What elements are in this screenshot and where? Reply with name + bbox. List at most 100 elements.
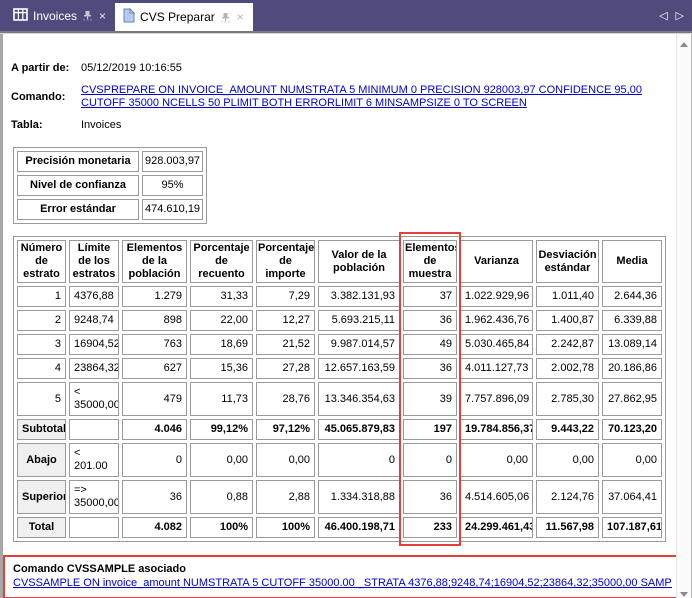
table-cell: 12,27 — [256, 310, 315, 331]
table-cell: 5.030.465,84 — [460, 334, 533, 355]
column-header: Media — [602, 240, 662, 283]
table-cell: 9.443,22 — [536, 419, 599, 440]
table-cell: Subtotal — [17, 419, 66, 440]
table-cell: => 35000,00 — [69, 480, 119, 514]
stats-row: Precisión monetaria928.003,97 — [17, 151, 203, 172]
table-cell: 45.065.879,83 — [318, 419, 400, 440]
table-cell: 1.011,40 — [536, 286, 599, 307]
stat-label: Error estándar — [17, 199, 139, 220]
table-cell: 4 — [17, 358, 66, 379]
column-header: Elementos de la población — [122, 240, 187, 283]
strata-table: Número de estratoLímite de los estratosE… — [13, 236, 666, 542]
table-cell: 3.382.131,93 — [318, 286, 400, 307]
table-row: 29248,7489822,0012,275.693.215,11361.962… — [17, 310, 662, 331]
tabla-label: Tabla: — [11, 119, 71, 132]
table-cell: 1.022.929,96 — [460, 286, 533, 307]
table-cell: 13.346.354,63 — [318, 382, 400, 416]
table-cell: 46.400.198,71 — [318, 517, 400, 538]
table-cell: 1.279 — [122, 286, 187, 307]
cvsprepare-command-link[interactable]: CVSPREPARE ON INVOICE_AMOUNT NUMSTRATA 5… — [81, 84, 666, 110]
column-header: Elementos de muestra — [403, 240, 457, 283]
tabla-value: Invoices — [81, 119, 666, 132]
column-header: Varianza — [460, 240, 533, 283]
table-cell: 627 — [122, 358, 187, 379]
table-cell: Total — [17, 517, 66, 538]
stat-label: Nivel de confianza — [17, 175, 139, 196]
cvssample-title: Comando CVSSAMPLE asociado — [13, 562, 672, 576]
stats-row: Error estándar474.610,19 — [17, 199, 203, 220]
table-row: 5< 35000,0047911,7328,7613.346.354,63397… — [17, 382, 662, 416]
table-cell: 100% — [256, 517, 315, 538]
tab-scroll-right-icon[interactable]: ▷ — [676, 9, 684, 22]
table-cell: 0,00 — [190, 443, 253, 477]
table-cell: 36 — [403, 358, 457, 379]
table-cell: 24.299.461,43 — [460, 517, 533, 538]
column-header: Porcentaje de importe — [256, 240, 315, 283]
close-icon[interactable]: × — [236, 12, 245, 22]
table-cell: 22,00 — [190, 310, 253, 331]
scroll-up-icon[interactable] — [680, 42, 688, 47]
table-cell: 0,00 — [536, 443, 599, 477]
table-cell: 18,69 — [190, 334, 253, 355]
vertical-scrollbar[interactable] — [676, 34, 691, 598]
table-cell: 99,12% — [190, 419, 253, 440]
table-cell: 2.644,36 — [602, 286, 662, 307]
table-cell: 9.987.014,57 — [318, 334, 400, 355]
table-cell: 27,28 — [256, 358, 315, 379]
table-cell: 28,76 — [256, 382, 315, 416]
table-row: Superior=> 35000,00360,882,881.334.318,8… — [17, 480, 662, 514]
cvssample-command-link[interactable]: CVSSAMPLE ON invoice_amount NUMSTRATA 5 … — [13, 576, 672, 590]
close-icon[interactable]: × — [98, 11, 107, 21]
column-header: Porcentaje de recuento — [190, 240, 253, 283]
table-cell: 0,88 — [190, 480, 253, 514]
table-cell: 11.567,98 — [536, 517, 599, 538]
column-header: Valor de la población — [318, 240, 400, 283]
table-cell: 2.002,78 — [536, 358, 599, 379]
table-cell: 107.187,61 — [602, 517, 662, 538]
table-cell: 2.785,30 — [536, 382, 599, 416]
table-cell: 13.089,14 — [602, 334, 662, 355]
table-row: 316904,5276318,6921,529.987.014,57495.03… — [17, 334, 662, 355]
tab-cvs-preparar-label: CVS Preparar — [140, 10, 215, 24]
table-cell: < 35000,00 — [69, 382, 119, 416]
table-cell: 4376,88 — [69, 286, 119, 307]
table-cell: 4.011.127,73 — [460, 358, 533, 379]
table-cell: 5.693.215,11 — [318, 310, 400, 331]
table-cell: 233 — [403, 517, 457, 538]
table-cell: < 201.00 — [69, 443, 119, 477]
table-cell: 3 — [17, 334, 66, 355]
scroll-down-icon[interactable] — [680, 592, 688, 597]
table-cell: 4.082 — [122, 517, 187, 538]
table-cell: 1 — [17, 286, 66, 307]
table-cell: 31,33 — [190, 286, 253, 307]
tab-invoices-label: Invoices — [33, 9, 77, 23]
table-cell: 0,00 — [602, 443, 662, 477]
table-cell: 49 — [403, 334, 457, 355]
table-cell: 0,00 — [460, 443, 533, 477]
table-grid-icon — [13, 8, 28, 24]
tab-cvs-preparar[interactable]: CVS Preparar × — [115, 3, 253, 31]
table-cell: 36 — [403, 480, 457, 514]
column-header: Límite de los estratos — [69, 240, 119, 283]
stat-value: 928.003,97 — [142, 151, 203, 172]
table-cell: 4.514.605,06 — [460, 480, 533, 514]
table-cell: Abajo — [17, 443, 66, 477]
table-cell: 70.123,20 — [602, 419, 662, 440]
table-cell: 2.124,76 — [536, 480, 599, 514]
a-partir-value: 05/12/2019 10:16:55 — [81, 62, 666, 75]
table-cell: 12.657.163,59 — [318, 358, 400, 379]
tab-invoices[interactable]: Invoices × — [5, 0, 115, 31]
table-cell: 479 — [122, 382, 187, 416]
table-cell: 2,88 — [256, 480, 315, 514]
table-cell: 36 — [403, 310, 457, 331]
pin-icon[interactable] — [220, 12, 231, 23]
table-cell: 6.339,88 — [602, 310, 662, 331]
table-cell: Superior — [17, 480, 66, 514]
pin-icon[interactable] — [82, 10, 93, 21]
table-cell: 39 — [403, 382, 457, 416]
tab-scroll-left-icon[interactable]: ◁ — [659, 9, 667, 22]
table-cell: 197 — [403, 419, 457, 440]
table-cell: 27.862,95 — [602, 382, 662, 416]
table-row: Subtotal4.04699,12%97,12%45.065.879,8319… — [17, 419, 662, 440]
column-header: Desviación estándar — [536, 240, 599, 283]
